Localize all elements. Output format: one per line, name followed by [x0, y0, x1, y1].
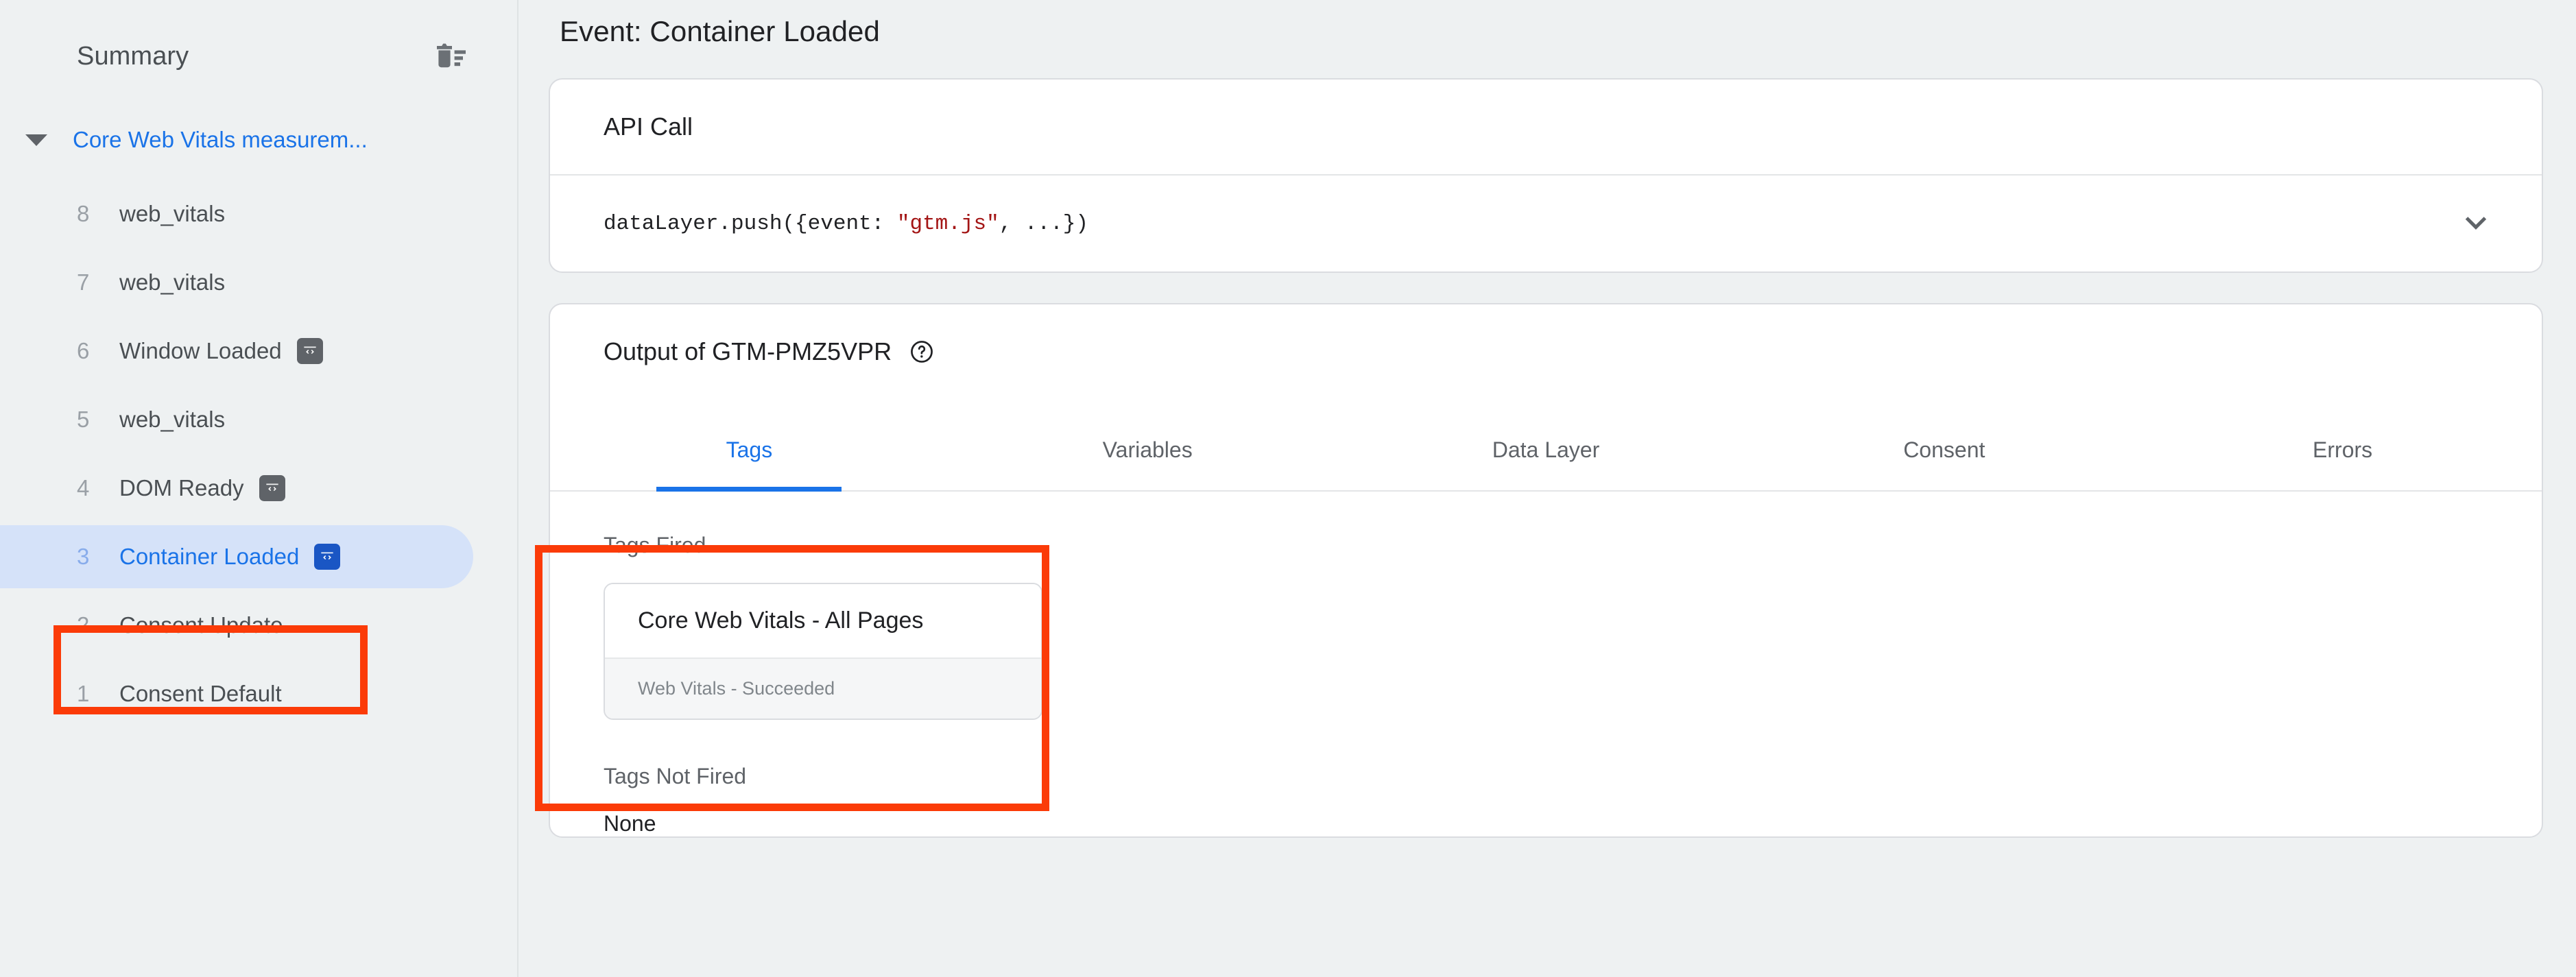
- event-list-item[interactable]: 5 web_vitals: [0, 385, 517, 454]
- event-number: 2: [77, 612, 90, 638]
- tags-not-fired-label: Tags Not Fired: [604, 764, 747, 788]
- api-call-card: API Call dataLayer.push({event: "gtm.js"…: [549, 78, 2543, 273]
- selection-pill: [0, 388, 473, 451]
- event-list-item[interactable]: 4 DOM Ready: [0, 454, 517, 522]
- event-name: Consent Default: [119, 681, 282, 706]
- event-list-item[interactable]: 2 Consent Update: [0, 591, 517, 660]
- main-panel: Event: Container Loaded API Call dataLay…: [518, 0, 2576, 977]
- sidebar-header: Summary: [0, 0, 517, 75]
- event-list-item[interactable]: 7 web_vitals: [0, 248, 517, 317]
- code-prefix: dataLayer.push({event:: [604, 211, 897, 236]
- code-badge-icon: [259, 475, 285, 501]
- gtm-preview-window: Summary Core Web Vitals measurem... 8 we…: [0, 0, 2576, 977]
- event-number: 7: [77, 269, 90, 295]
- event-list-item-selected[interactable]: 3 Container Loaded: [0, 522, 517, 591]
- help-circle-icon[interactable]: [908, 338, 935, 365]
- chevron-down-icon[interactable]: [2455, 203, 2496, 244]
- event-list-item[interactable]: 8 web_vitals: [0, 180, 517, 248]
- event-number: 4: [77, 475, 90, 500]
- selection-pill: [0, 251, 473, 314]
- event-name: Window Loaded: [119, 338, 282, 363]
- event-name: web_vitals: [119, 201, 226, 226]
- tags-tab-panel: Tags Fired Core Web Vitals - All Pages W…: [550, 492, 2542, 836]
- tag-card[interactable]: Core Web Vitals - All Pages Web Vitals -…: [604, 583, 1042, 720]
- code-suffix: , ...}): [999, 211, 1088, 236]
- event-number: 8: [77, 201, 90, 226]
- summary-title: Summary: [77, 42, 189, 71]
- event-sidebar: Summary Core Web Vitals measurem... 8 we…: [0, 0, 518, 977]
- api-call-title: API Call: [604, 112, 693, 141]
- tags-not-fired-value: None: [604, 811, 656, 836]
- event-name: DOM Ready: [119, 475, 244, 500]
- event-list-item[interactable]: 1 Consent Default: [0, 660, 517, 728]
- tab-data-layer[interactable]: Data Layer: [1347, 399, 1745, 490]
- event-name: web_vitals: [119, 407, 226, 432]
- tab-errors[interactable]: Errors: [2143, 399, 2542, 490]
- selection-pill: [0, 182, 473, 245]
- tab-variables[interactable]: Variables: [949, 399, 1347, 490]
- code-string: "gtm.js": [896, 211, 999, 236]
- api-call-code: dataLayer.push({event: "gtm.js", ...}): [604, 212, 1088, 236]
- event-number: 3: [77, 544, 90, 569]
- event-group-label: Core Web Vitals measurem...: [73, 127, 368, 152]
- delete-all-icon[interactable]: [431, 36, 473, 78]
- event-group-core-web-vitals[interactable]: Core Web Vitals measurem...: [0, 108, 517, 171]
- page-title: Event: Container Loaded: [560, 15, 880, 47]
- event-name: Container Loaded: [119, 544, 300, 569]
- output-header: Output of GTM-PMZ5VPR: [550, 304, 2542, 399]
- output-title: Output of GTM-PMZ5VPR: [604, 337, 892, 365]
- event-list: 8 web_vitals 7 web_vitals 6 Window Loade…: [0, 180, 517, 728]
- event-number: 1: [77, 681, 90, 706]
- tag-status: Web Vitals - Succeeded: [605, 658, 1041, 719]
- output-card: Output of GTM-PMZ5VPR Tags Variables Dat…: [549, 303, 2543, 838]
- tag-name: Core Web Vitals - All Pages: [605, 584, 1041, 658]
- code-badge-icon: [296, 338, 323, 364]
- code-badge-icon: [314, 544, 341, 570]
- tab-tags[interactable]: Tags: [550, 399, 949, 490]
- event-number: 5: [77, 407, 90, 432]
- event-number: 6: [77, 338, 90, 363]
- api-call-row[interactable]: dataLayer.push({event: "gtm.js", ...}): [550, 176, 2542, 272]
- event-list-item[interactable]: 6 Window Loaded: [0, 317, 517, 385]
- tab-consent[interactable]: Consent: [1745, 399, 2143, 490]
- event-name: Consent Update: [119, 612, 283, 638]
- tags-fired-label: Tags Fired: [604, 533, 706, 557]
- api-call-header: API Call: [550, 80, 2542, 174]
- output-tabs: Tags Variables Data Layer Consent Errors: [550, 399, 2542, 492]
- event-name: web_vitals: [119, 269, 226, 295]
- caret-down-icon[interactable]: [21, 134, 52, 146]
